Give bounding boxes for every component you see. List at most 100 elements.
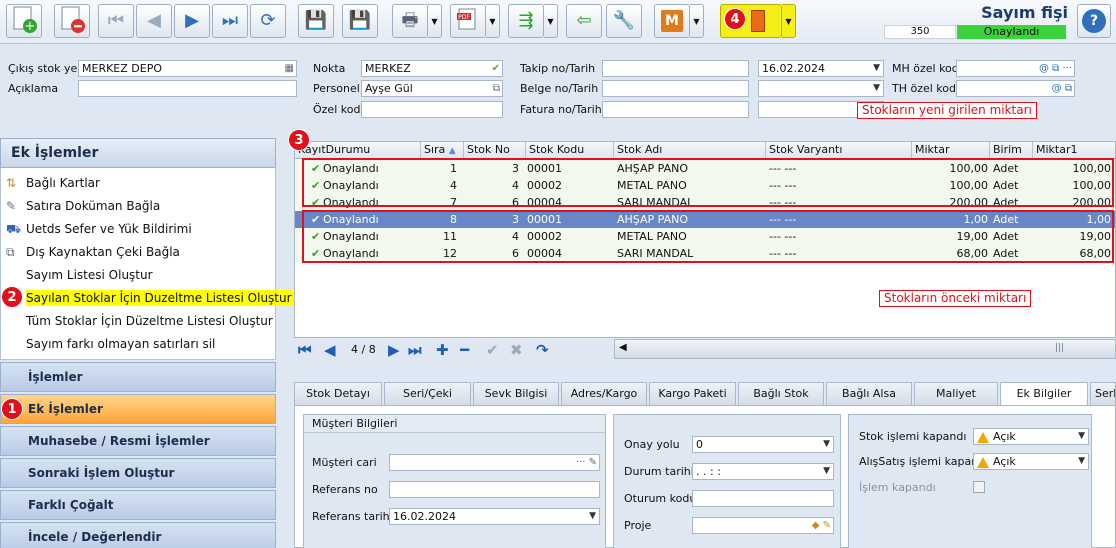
dropdown-arrow-icon[interactable]: ▼ <box>873 61 880 76</box>
person-lookup-icon[interactable]: ⧉ <box>493 81 500 96</box>
ozel-kod-field[interactable] <box>361 101 503 118</box>
pdf-button[interactable]: PDF <box>450 4 486 38</box>
section-ek-islemler[interactable]: Ek İşlemler <box>0 394 276 424</box>
lookup-icon[interactable]: ▦ <box>285 61 294 76</box>
tab-adres-kargo[interactable]: Adres/Kargo <box>561 382 647 406</box>
refresh-button[interactable]: ⟳ <box>250 4 286 38</box>
menu-item-uetds[interactable]: ⛟ Uetds Sefer ve Yük Bildirimi <box>1 218 275 240</box>
col-stok-adi[interactable]: Stok Adı <box>614 142 766 159</box>
tab-bagli-alsa[interactable]: Bağlı Alsa <box>826 382 912 406</box>
onay-yolu-select[interactable]: 0 ▼ <box>692 436 834 453</box>
nav-first-icon[interactable]: ⏮ <box>298 341 312 359</box>
stok-islemi-select[interactable]: Açık ▼ <box>973 428 1089 445</box>
tab-seri-ceki[interactable]: Seri/Çeki <box>384 382 471 406</box>
nav-cancel-icon[interactable]: ✖ <box>510 341 523 359</box>
menu-item-bagli-kartlar[interactable]: ⇅ Bağlı Kartlar <box>1 172 275 194</box>
aciklama-field[interactable] <box>78 80 297 97</box>
col-stok-no[interactable]: Stok No <box>464 142 526 159</box>
search-at-icon[interactable]: @ ⧉ ··· <box>1039 61 1072 76</box>
horizontal-scrollbar[interactable]: ◀ ||| <box>614 339 1116 359</box>
tab-ek-bilgiler[interactable]: Ek Bilgiler <box>1000 382 1088 407</box>
personel-field[interactable]: Ayşe Gül ⧉ <box>361 80 503 97</box>
dropdown-arrow-icon[interactable]: ▼ <box>823 437 830 452</box>
import-button[interactable]: ⇦ <box>566 4 602 38</box>
first-record-button[interactable]: ⏮ <box>98 4 134 38</box>
menu-item-sayim-listesi[interactable]: Sayım Listesi Oluştur <box>1 264 275 286</box>
pdf-dropdown[interactable]: ▼ <box>486 4 500 38</box>
nav-confirm-icon[interactable]: ✔ <box>486 341 499 359</box>
menu-item-dis-kaynak[interactable]: ⧉ Dış Kaynaktan Çeki Bağla <box>1 241 275 263</box>
nav-next-icon[interactable]: ▶ <box>388 341 400 359</box>
export-dropdown[interactable]: ▼ <box>544 4 558 38</box>
takip-date-field[interactable]: 16.02.2024 ▼ <box>758 60 884 77</box>
export-button[interactable]: ⇶ <box>508 4 544 38</box>
proje-field[interactable]: ◆ ✎ <box>692 517 834 534</box>
section-farkli-cogalt[interactable]: Farklı Çoğalt <box>0 490 276 520</box>
menu-item-sayim-farki-sil[interactable]: Sayım farkı olmayan satırları sil <box>1 333 275 355</box>
tab-stok-detayi[interactable]: Stok Detayı <box>294 382 382 406</box>
oturum-kodu-field[interactable] <box>692 490 834 507</box>
cancel-save-button[interactable]: 💾 <box>342 4 378 38</box>
scroll-left-icon[interactable]: ◀ <box>619 342 627 353</box>
tools-button[interactable]: 🔧 <box>606 4 642 38</box>
section-sonraki-islem[interactable]: Sonraki İşlem Oluştur <box>0 458 276 488</box>
th-ozel-kod-field[interactable]: @ ⧉ <box>956 80 1075 97</box>
dropdown-arrow-icon[interactable]: ▼ <box>589 509 596 524</box>
delete-document-button[interactable] <box>54 4 90 38</box>
help-button[interactable]: ? <box>1077 4 1111 38</box>
check-icon[interactable]: ✔ <box>492 61 500 76</box>
fatura-no-field[interactable] <box>602 101 749 118</box>
menu-item-sayilan-stoklar[interactable]: Sayılan Stoklar İçin Duzeltme Listesi Ol… <box>1 287 296 309</box>
prev-record-button[interactable]: ◀ <box>136 4 172 38</box>
referans-tarihi-field[interactable]: 16.02.2024 ▼ <box>389 508 600 525</box>
col-sira[interactable]: Sıra ▲ <box>421 142 464 159</box>
save-button[interactable]: 💾 <box>298 4 334 38</box>
tab-maliyet[interactable]: Maliyet <box>914 382 998 406</box>
alis-satis-select[interactable]: Açık ▼ <box>973 453 1089 470</box>
takip-no-field[interactable] <box>602 60 749 77</box>
tab-bagli-stok[interactable]: Bağlı Stok <box>738 382 824 406</box>
referans-no-field[interactable] <box>389 481 600 498</box>
col-kayit-durumu[interactable]: KayıtDurumu <box>295 142 421 159</box>
mh-ozel-kod-field[interactable]: @ ⧉ ··· <box>956 60 1075 77</box>
nav-refresh-icon[interactable]: ↷ <box>536 341 549 359</box>
belge-no-field[interactable] <box>602 80 749 97</box>
print-dropdown[interactable]: ▼ <box>428 4 442 38</box>
islem-kapandi-checkbox[interactable] <box>973 481 985 493</box>
section-islemler[interactable]: İşlemler <box>0 362 276 392</box>
lookup-edit-icon[interactable]: ··· ✎ <box>576 455 597 470</box>
col-miktar1[interactable]: Miktar1 <box>1033 142 1115 159</box>
dropdown-arrow-icon[interactable]: ▼ <box>823 464 830 479</box>
scroll-grip-icon[interactable]: ||| <box>1055 343 1064 353</box>
nav-add-icon[interactable]: ✚ <box>436 341 449 359</box>
next-record-button[interactable]: ▶ <box>174 4 210 38</box>
menu-item-satira-dokuman[interactable]: ✎ Satıra Doküman Bağla <box>1 195 275 217</box>
m-module-button[interactable]: M <box>654 4 690 38</box>
musteri-cari-field[interactable]: ··· ✎ <box>389 454 600 471</box>
new-document-button[interactable]: + <box>6 4 42 38</box>
section-incele[interactable]: İncele / Değerlendir <box>0 522 276 548</box>
nav-prev-icon[interactable]: ◀ <box>324 341 336 359</box>
col-birim[interactable]: Birim <box>990 142 1033 159</box>
dropdown-arrow-icon[interactable]: ▼ <box>1078 454 1085 469</box>
m-module-dropdown[interactable]: ▼ <box>690 4 704 38</box>
lookup-edit-icon[interactable]: ◆ ✎ <box>812 518 831 533</box>
dropdown-arrow-icon[interactable]: ▼ <box>873 81 880 96</box>
section-muhasebe[interactable]: Muhasebe / Resmi İşlemler <box>0 426 276 456</box>
nokta-field[interactable]: MERKEZ ✔ <box>361 60 503 77</box>
last-record-button[interactable]: ⏭ <box>212 4 248 38</box>
durum-tarihi-field[interactable]: . . : : ▼ <box>692 463 834 480</box>
cikis-stok-yeri-field[interactable]: MERKEZ DEPO ▦ <box>78 60 297 77</box>
col-stok-varyanti[interactable]: Stok Varyantı <box>766 142 912 159</box>
search-at-icon[interactable]: @ ⧉ <box>1052 81 1072 96</box>
print-button[interactable]: 🖶 <box>392 4 428 38</box>
belge-date-field[interactable]: ▼ <box>758 80 884 97</box>
tab-sevk-bilgisi[interactable]: Sevk Bilgisi <box>473 382 559 406</box>
col-miktar[interactable]: Miktar <box>912 142 990 159</box>
menu-item-tum-stoklar[interactable]: Tüm Stoklar İçin Düzeltme Listesi Oluştu… <box>1 310 275 332</box>
col-stok-kodu[interactable]: Stok Kodu <box>526 142 614 159</box>
nav-delete-icon[interactable]: ━ <box>460 341 469 359</box>
nav-last-icon[interactable]: ⏭ <box>408 341 422 359</box>
document-status-dropdown[interactable]: ▼ <box>782 4 796 38</box>
tab-serb[interactable]: Serb <box>1090 382 1116 406</box>
